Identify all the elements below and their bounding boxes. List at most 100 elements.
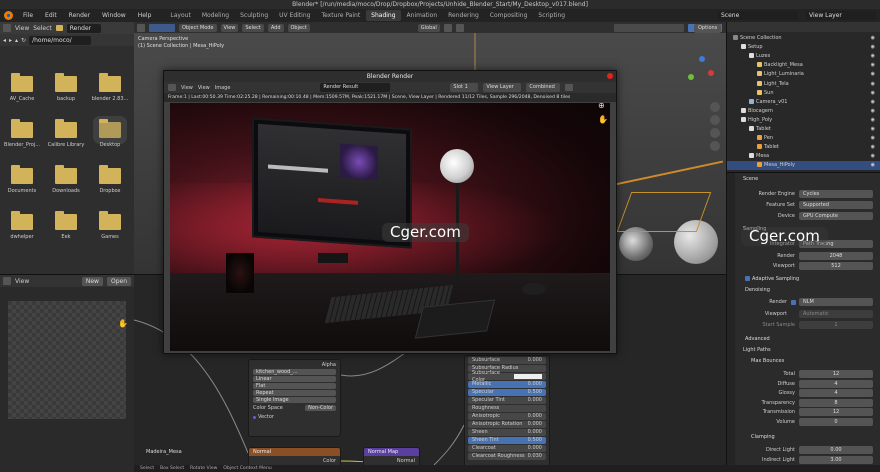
start-sample-field[interactable]: 1: [799, 321, 873, 329]
outliner-row[interactable]: High_Poly ◉: [727, 116, 880, 125]
bsdf-input-row[interactable]: Subsurface Color: [468, 370, 546, 383]
vp-view-menu[interactable]: View: [220, 23, 239, 32]
view-layer-dropdown[interactable]: View Layer: [483, 83, 522, 92]
max-bounces-subpanel[interactable]: Max Bounces: [751, 357, 784, 366]
tab-animation[interactable]: Animation: [402, 10, 443, 21]
visibility-eye-icon[interactable]: ◉: [871, 116, 875, 125]
folder-icon[interactable]: [99, 73, 121, 92]
extension-dropdown[interactable]: Repeat: [253, 390, 336, 396]
editor-type-icon[interactable]: [168, 84, 176, 91]
visibility-eye-icon[interactable]: ◉: [871, 89, 875, 98]
tab-uv-editing[interactable]: UV Editing: [274, 10, 315, 21]
image-texture-node[interactable]: Alpha kitchen_wood_... Linear Flat Repea…: [248, 359, 341, 437]
bsdf-input-row[interactable]: Anisotropic 0.000: [468, 413, 546, 420]
menu-help[interactable]: Help: [132, 9, 158, 22]
direct-light-field[interactable]: 0.00: [799, 446, 873, 454]
image-file-field[interactable]: kitchen_wood_...: [253, 369, 336, 375]
device-dropdown[interactable]: GPU Compute: [799, 212, 873, 220]
viewport-samples-field[interactable]: 512: [799, 262, 873, 270]
source-dropdown[interactable]: Single Image: [253, 397, 336, 403]
empty-image-canvas[interactable]: [8, 301, 126, 419]
visibility-eye-icon[interactable]: ◉: [871, 70, 875, 79]
bounce-field[interactable]: 8: [799, 398, 873, 407]
parent-dir-icon[interactable]: ▴: [15, 37, 18, 44]
outliner-row[interactable]: Camera_v01 ◉: [727, 98, 880, 107]
camera-view-icon[interactable]: [710, 128, 720, 138]
fb-view-menu[interactable]: View: [15, 25, 29, 32]
back-arrow-icon[interactable]: ◂: [3, 37, 6, 44]
tab-modeling[interactable]: Modeling: [197, 10, 234, 21]
render-result-image[interactable]: Cger.com: [170, 103, 610, 351]
visibility-eye-icon[interactable]: ◉: [871, 80, 875, 89]
outliner-row[interactable]: Sun ◉: [727, 89, 880, 98]
bsdf-input-row[interactable]: Roughness: [468, 405, 546, 412]
outliner-row[interactable]: Mesa_HiPoly ◉: [727, 161, 880, 171]
display-channels-icon[interactable]: [565, 84, 574, 91]
bsdf-input-row[interactable]: Clearcoat Roughness 0.030: [468, 453, 546, 460]
rw-view-menu[interactable]: View: [181, 85, 193, 91]
object-mode-dropdown[interactable]: Object Mode: [179, 23, 217, 32]
vp-add-menu[interactable]: Add: [267, 23, 284, 32]
bounce-field[interactable]: 12: [799, 408, 873, 416]
visibility-eye-icon[interactable]: ◉: [871, 52, 875, 61]
open-image-button[interactable]: Open: [106, 276, 131, 286]
bounce-field[interactable]: 4: [799, 379, 873, 388]
editor-type-icon[interactable]: [137, 23, 145, 32]
interpolation-dropdown[interactable]: Linear: [253, 376, 336, 382]
folder-icon[interactable]: [55, 119, 77, 138]
editor-type-icon[interactable]: [3, 277, 11, 285]
overlay-icons[interactable]: [614, 23, 684, 32]
outliner-row[interactable]: Luzes ◉: [727, 52, 880, 61]
visibility-eye-icon[interactable]: ◉: [871, 43, 875, 52]
bsdf-input-row[interactable]: Clearcoat 0.000: [468, 445, 546, 452]
folder-icon[interactable]: [55, 165, 77, 184]
colorspace-dropdown[interactable]: Non-Color: [305, 405, 336, 411]
menu-render[interactable]: Render: [63, 9, 96, 22]
folder-icon[interactable]: [11, 73, 33, 92]
ie-view-menu[interactable]: View: [15, 278, 29, 285]
outliner-row[interactable]: Backlight_Mesa ◉: [727, 61, 880, 70]
forward-arrow-icon[interactable]: ▸: [9, 37, 12, 44]
visibility-eye-icon[interactable]: ◉: [871, 125, 875, 134]
visibility-eye-icon[interactable]: ◉: [871, 161, 875, 170]
path-input[interactable]: /home/moco/: [29, 35, 92, 45]
outliner-row[interactable]: Blocagem ◉: [727, 107, 880, 116]
new-image-button[interactable]: New: [81, 276, 103, 286]
render-samples-field[interactable]: 2048: [799, 252, 873, 260]
bsdf-input-row[interactable]: Subsurface 0.000: [468, 357, 546, 364]
outliner-row[interactable]: Tablet ◉: [727, 125, 880, 134]
proportional-edit-icon[interactable]: [455, 23, 464, 32]
bounce-field[interactable]: 0: [799, 417, 873, 426]
bsdf-input-row[interactable]: Specular 0.500: [468, 389, 546, 396]
pan-hand-icon[interactable]: ✋: [118, 319, 128, 328]
scene-selector[interactable]: Scene: [718, 11, 798, 20]
tab-rendering[interactable]: Rendering: [443, 10, 484, 21]
refresh-icon[interactable]: ↻: [21, 37, 26, 44]
advanced-panel-header[interactable]: Advanced: [745, 335, 770, 344]
light-paths-panel-header[interactable]: Light Paths: [743, 346, 771, 355]
blender-logo-icon[interactable]: [4, 11, 13, 20]
folder-icon[interactable]: [99, 165, 121, 184]
slot-dropdown[interactable]: Slot 1: [450, 83, 479, 92]
outliner-row[interactable]: Mesa ◉: [727, 152, 880, 161]
viewport-options-button[interactable]: Options: [694, 24, 722, 33]
folder-icon[interactable]: [11, 165, 33, 184]
tab-shading[interactable]: Shading: [366, 10, 401, 21]
bsdf-input-row[interactable]: Sheen 0.000: [468, 429, 546, 436]
visibility-eye-icon[interactable]: ◉: [871, 34, 875, 43]
bsdf-input-row[interactable]: Sheen Tint 0.500: [468, 437, 546, 444]
vp-object-menu[interactable]: Object: [287, 23, 310, 32]
rw-view2-menu[interactable]: View: [198, 85, 210, 91]
denoise-render-checkbox[interactable]: [791, 300, 796, 305]
bounce-field[interactable]: 12: [799, 370, 873, 378]
menu-file[interactable]: File: [17, 9, 39, 22]
menu-window[interactable]: Window: [96, 9, 132, 22]
indirect-light-field[interactable]: 3.00: [799, 456, 873, 464]
transform-orientation-dropdown[interactable]: Global: [417, 23, 440, 32]
tab-texture-paint[interactable]: Texture Paint: [316, 10, 365, 21]
gizmo-z-axis-icon[interactable]: [699, 56, 705, 62]
folder-icon[interactable]: [99, 211, 121, 230]
vp-select-menu[interactable]: Select: [242, 23, 264, 32]
visibility-eye-icon[interactable]: ◉: [871, 107, 875, 116]
denoise-render-dropdown[interactable]: NLM: [799, 298, 873, 306]
